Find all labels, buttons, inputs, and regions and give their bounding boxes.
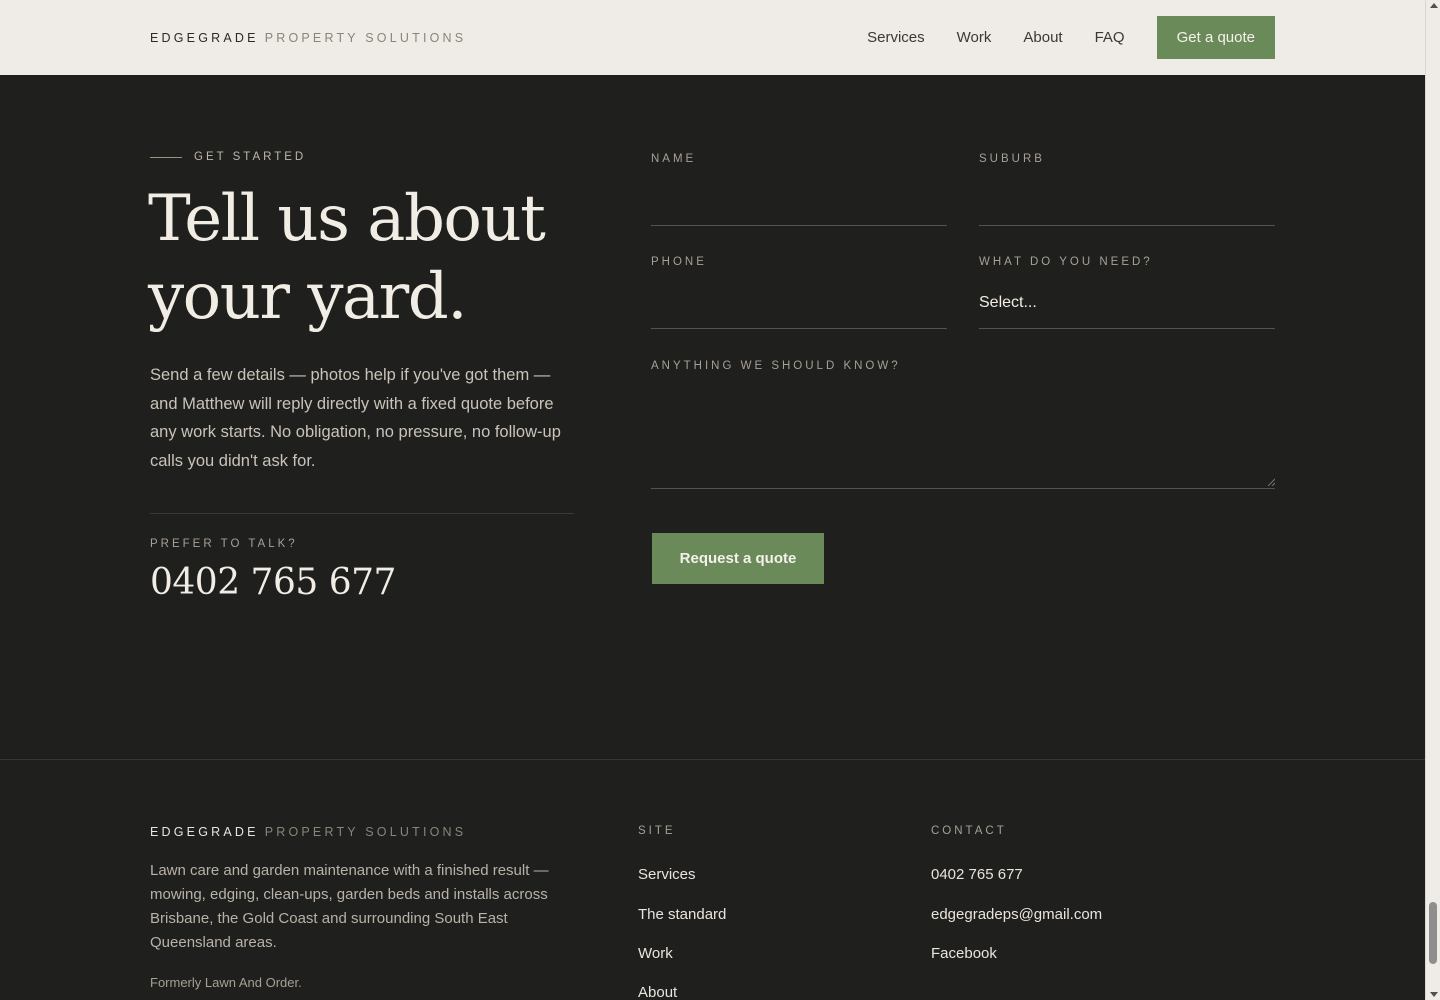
logo[interactable]: EDGEGRADE PROPERTY SOLUTIONS — [150, 31, 466, 45]
suburb-input[interactable] — [979, 183, 1275, 223]
footer-link-standard[interactable]: The standard — [638, 906, 726, 923]
phone-link[interactable]: 0402 765 677 — [150, 562, 396, 603]
page: EDGEGRADE PROPERTY SOLUTIONS Services Wor… — [0, 0, 1425, 1000]
phone-underline — [651, 328, 947, 329]
footer-contact-heading: CONTACT — [931, 825, 1007, 837]
need-select[interactable]: Select... — [979, 294, 1037, 312]
divider — [150, 513, 574, 514]
notes-textarea[interactable] — [651, 390, 1275, 486]
footer-phone-link[interactable]: 0402 765 677 — [931, 866, 1023, 883]
phone-label: PHONE — [651, 256, 707, 268]
talk-label: PREFER TO TALK? — [150, 538, 298, 550]
scroll-down-arrow-icon[interactable] — [1430, 992, 1438, 997]
name-label: NAME — [651, 153, 697, 165]
footer-logo-brand: EDGEGRADE — [150, 825, 259, 839]
need-label: WHAT DO YOU NEED? — [979, 256, 1153, 268]
suburb-field-group: SUBURB — [979, 153, 1275, 227]
name-field-group: NAME — [651, 153, 947, 227]
page-title: Tell us about your yard. — [148, 182, 546, 334]
intro-text: Send a few details — photos help if you'… — [150, 366, 561, 470]
phone-field-group: PHONE — [651, 256, 947, 330]
footer-divider — [0, 759, 1425, 760]
resize-handle-icon[interactable] — [1267, 478, 1275, 486]
site-header: EDGEGRADE PROPERTY SOLUTIONS Services Wor… — [0, 0, 1425, 75]
name-underline — [651, 225, 947, 226]
eyebrow: GET STARTED — [150, 151, 306, 163]
nav-about[interactable]: About — [1023, 29, 1062, 46]
footer-email-link[interactable]: edgegradeps@gmail.com — [931, 906, 1102, 923]
scroll-up-arrow-icon[interactable] — [1430, 3, 1438, 8]
name-input[interactable] — [651, 183, 947, 223]
footer-logo[interactable]: EDGEGRADE PROPERTY SOLUTIONS — [150, 825, 466, 839]
footer-logo-subtitle: PROPERTY SOLUTIONS — [264, 825, 467, 839]
scrollbar[interactable] — [1425, 0, 1440, 1000]
nav-faq[interactable]: FAQ — [1095, 29, 1125, 46]
main-nav: Services Work About FAQ Get a quote — [867, 16, 1275, 59]
logo-brand: EDGEGRADE — [150, 30, 259, 45]
get-quote-button[interactable]: Get a quote — [1156, 16, 1275, 59]
notes-label: ANYTHING WE SHOULD KNOW? — [651, 360, 901, 372]
footer-link-services[interactable]: Services — [638, 866, 696, 883]
nav-work[interactable]: Work — [957, 29, 992, 46]
eyebrow-rule — [150, 156, 182, 158]
notes-underline — [651, 488, 1275, 489]
phone-input[interactable] — [651, 286, 947, 326]
need-underline — [979, 328, 1275, 329]
footer-site-heading: SITE — [638, 825, 676, 837]
request-quote-button[interactable]: Request a quote — [652, 533, 824, 584]
footer-link-work[interactable]: Work — [638, 945, 673, 962]
footer-about: Lawn care and garden maintenance with a … — [150, 862, 549, 951]
notes-field-group: ANYTHING WE SHOULD KNOW? — [651, 360, 1275, 490]
suburb-underline — [979, 225, 1275, 226]
footer-facebook-link[interactable]: Facebook — [931, 945, 997, 962]
nav-services[interactable]: Services — [867, 29, 925, 46]
scroll-thumb[interactable] — [1429, 902, 1437, 964]
eyebrow-label: GET STARTED — [194, 151, 307, 163]
footer-formerly: Formerly Lawn And Order. — [150, 975, 302, 990]
footer-link-about[interactable]: About — [638, 984, 677, 1000]
suburb-label: SUBURB — [979, 153, 1045, 165]
logo-subtitle: PROPERTY SOLUTIONS — [264, 30, 467, 45]
need-field-group: WHAT DO YOU NEED? Select... — [979, 256, 1275, 330]
